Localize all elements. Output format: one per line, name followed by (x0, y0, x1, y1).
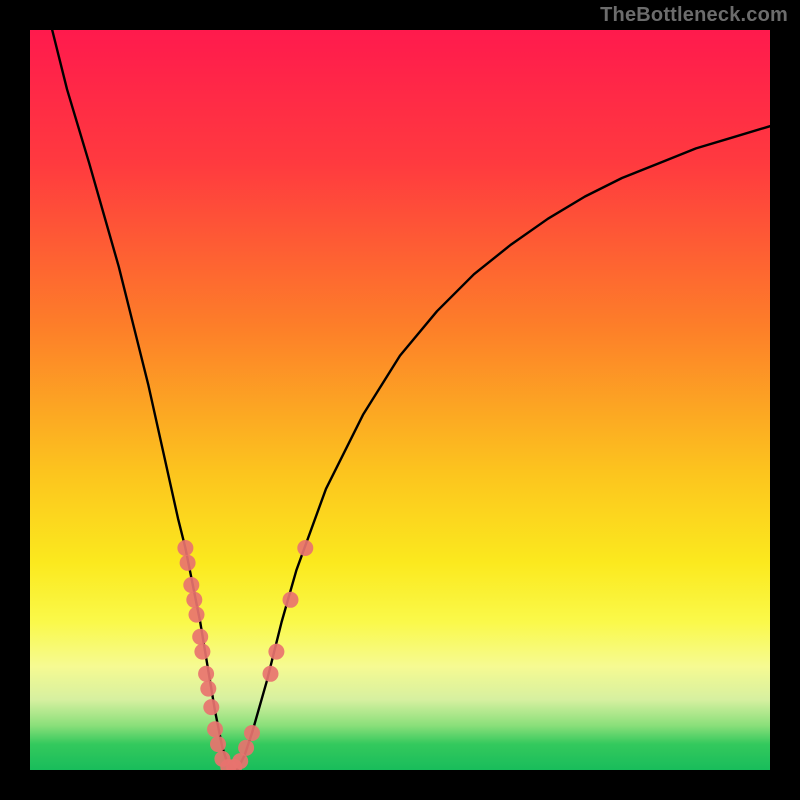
chart-svg (0, 0, 800, 800)
sample-dot (283, 592, 299, 608)
sample-dot (186, 592, 202, 608)
sample-dot (244, 725, 260, 741)
sample-dot (203, 699, 219, 715)
plot-background (30, 30, 770, 770)
sample-dot (200, 681, 216, 697)
sample-dot (263, 666, 279, 682)
sample-dot (177, 540, 193, 556)
sample-dot (189, 607, 205, 623)
sample-dot (198, 666, 214, 682)
sample-dot (183, 577, 199, 593)
sample-dot (297, 540, 313, 556)
sample-dot (268, 644, 284, 660)
sample-dot (194, 644, 210, 660)
sample-dot (180, 555, 196, 571)
sample-dot (207, 721, 223, 737)
sample-dot (192, 629, 208, 645)
chart-frame: TheBottleneck.com (0, 0, 800, 800)
watermark-text: TheBottleneck.com (600, 4, 788, 27)
sample-dot (238, 740, 254, 756)
sample-dot (210, 736, 226, 752)
